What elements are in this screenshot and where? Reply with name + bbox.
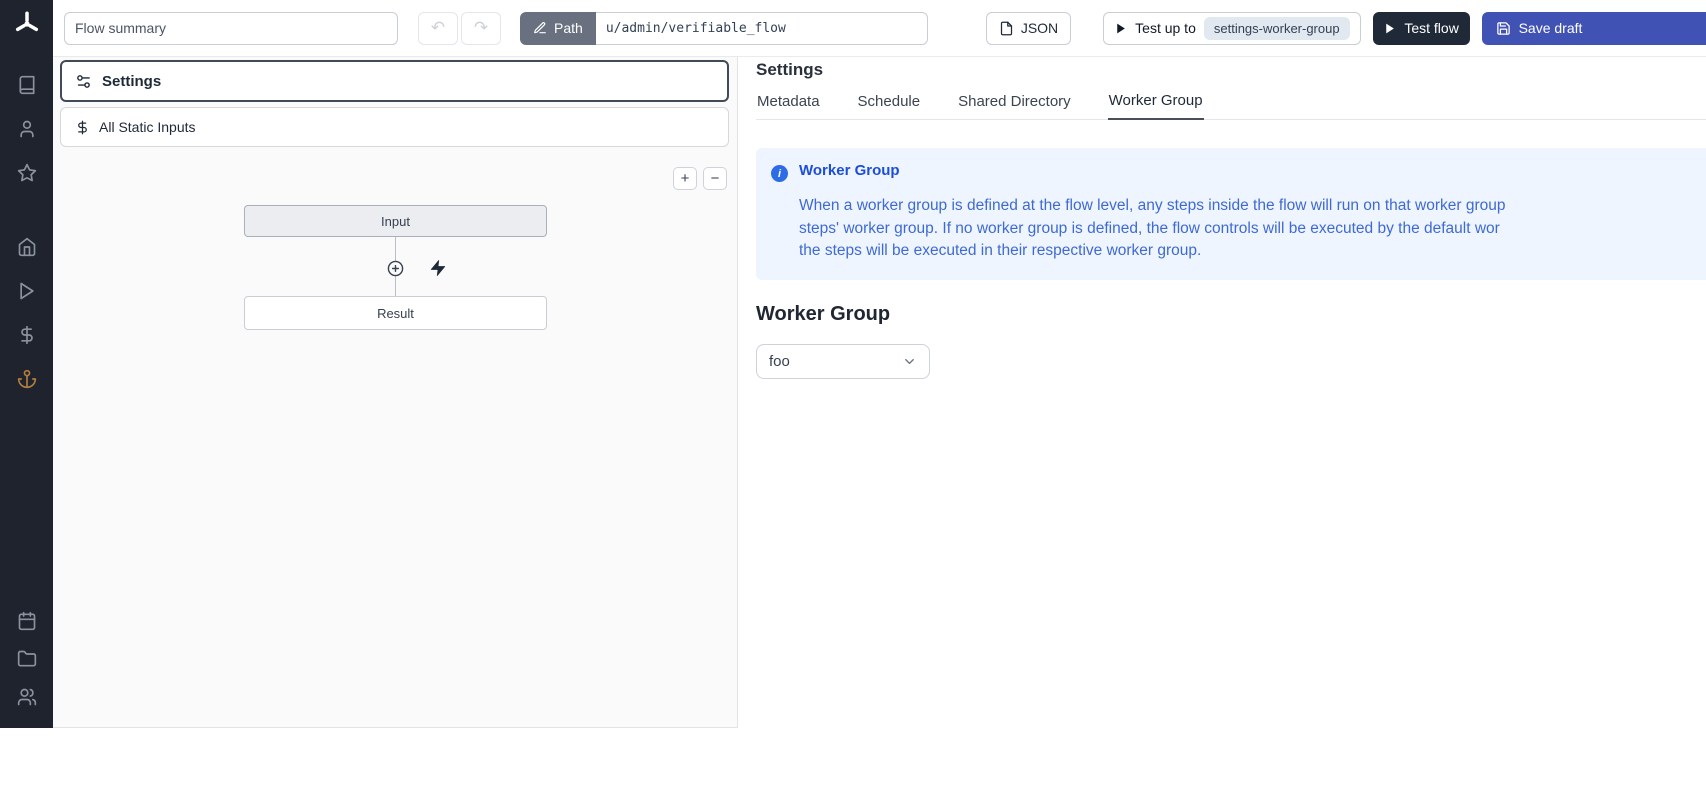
info-content: Worker Group When a worker group is defi… [799, 163, 1505, 263]
sidebar-item-resources[interactable] [13, 365, 41, 393]
info-banner-title: Worker Group [799, 163, 1505, 178]
json-button[interactable]: JSON [986, 12, 1071, 45]
calendar-icon [17, 611, 37, 631]
test-flow-label: Test flow [1404, 20, 1458, 36]
book-icon [17, 75, 37, 95]
windmill-logo[interactable] [12, 9, 42, 39]
test-up-to-button[interactable]: Test up to settings-worker-group [1103, 12, 1360, 45]
sidebar-item-home[interactable] [13, 233, 41, 261]
sidebar-item-book[interactable] [13, 71, 41, 99]
tab-shared-directory[interactable]: Shared Directory [957, 92, 1072, 119]
flow-settings-box[interactable]: Settings [60, 60, 729, 102]
redo-icon: ↷ [474, 18, 488, 38]
input-node-label: Input [381, 214, 410, 229]
home-icon [17, 237, 37, 257]
result-node-label: Result [377, 306, 414, 321]
worker-group-selected-value: foo [769, 353, 790, 370]
result-node[interactable]: Result [244, 296, 547, 330]
content: Settings All Static Inputs + − Input [53, 57, 1706, 728]
save-draft-label: Save draft [1519, 20, 1583, 36]
info-text-line: the steps will be executed in their resp… [799, 240, 1505, 263]
play-icon [17, 281, 37, 301]
sidebar-item-star[interactable] [13, 159, 41, 187]
sidebar-item-user[interactable] [13, 115, 41, 143]
all-static-inputs-box[interactable]: All Static Inputs [60, 107, 729, 147]
play-icon [1114, 22, 1127, 35]
user-icon [17, 119, 37, 139]
undo-icon: ↶ [431, 18, 445, 38]
tab-worker-group[interactable]: Worker Group [1108, 92, 1204, 120]
test-flow-button[interactable]: Test flow [1373, 12, 1470, 45]
pencil-icon [533, 21, 547, 35]
settings-panel-title: Settings [756, 61, 1706, 78]
path-button-label: Path [554, 20, 583, 36]
save-icon [1496, 21, 1511, 36]
redo-button[interactable]: ↷ [461, 12, 501, 45]
chevron-down-icon [902, 354, 917, 369]
settings-tabs: Metadata Schedule Shared Directory Worke… [756, 92, 1706, 120]
app: ↶ ↷ Path JSON Test up to settings-worker… [0, 0, 1706, 728]
sidebar-mid-nav [13, 225, 41, 401]
sidebar-item-folders[interactable] [13, 645, 41, 673]
input-node[interactable]: Input [244, 205, 547, 237]
info-text-line: steps' worker group. If no worker group … [799, 218, 1505, 241]
sidebar-bottom-nav [13, 602, 41, 716]
anchor-icon [17, 369, 37, 389]
folder-icon [17, 649, 37, 669]
main-area: ↶ ↷ Path JSON Test up to settings-worker… [53, 0, 1706, 728]
trigger-button[interactable] [429, 259, 447, 277]
sidebar-item-schedules[interactable] [13, 607, 41, 635]
play-icon [1383, 22, 1396, 35]
sliders-icon [75, 73, 92, 90]
flow-summary-input[interactable] [64, 12, 398, 45]
sidebar-item-runs[interactable] [13, 277, 41, 305]
sidebar-top-nav [13, 63, 41, 195]
sidebar-item-groups[interactable] [13, 683, 41, 711]
worker-group-section-title: Worker Group [756, 302, 1706, 326]
zoom-in-button[interactable]: + [673, 167, 697, 190]
sidebar-item-variables[interactable] [13, 321, 41, 349]
worker-group-info-banner: i Worker Group When a worker group is de… [756, 148, 1706, 280]
all-static-inputs-label: All Static Inputs [99, 119, 196, 135]
flow-settings-label: Settings [102, 73, 161, 90]
info-icon: i [771, 165, 788, 182]
test-up-to-label: Test up to [1135, 20, 1196, 36]
undo-button[interactable]: ↶ [418, 12, 458, 45]
zoom-out-button[interactable]: − [703, 167, 727, 190]
settings-panel: Settings Metadata Schedule Shared Direct… [738, 57, 1706, 728]
plus-circle-icon [387, 260, 404, 277]
add-step-button[interactable] [387, 260, 404, 277]
flow-editor-panel: Settings All Static Inputs + − Input [53, 57, 738, 728]
info-text-line: When a worker group is defined at the fl… [799, 195, 1505, 218]
path-input[interactable] [596, 12, 928, 45]
sidebar [0, 0, 53, 728]
test-up-to-target-badge: settings-worker-group [1204, 17, 1350, 40]
zap-icon [429, 259, 447, 277]
json-button-label: JSON [1021, 20, 1058, 36]
path-button[interactable]: Path [520, 12, 596, 45]
tab-schedule[interactable]: Schedule [857, 92, 922, 119]
json-file-icon [999, 21, 1014, 36]
users-icon [17, 687, 37, 707]
worker-group-select[interactable]: foo [756, 344, 930, 379]
topbar: ↶ ↷ Path JSON Test up to settings-worker… [53, 0, 1706, 57]
path-group: Path [520, 12, 928, 45]
star-icon [17, 163, 37, 183]
tab-metadata[interactable]: Metadata [756, 92, 821, 119]
dollar-icon [17, 325, 37, 345]
save-draft-button[interactable]: Save draft [1482, 12, 1706, 45]
dollar-icon [75, 120, 90, 135]
windmill-logo-icon [12, 9, 42, 39]
